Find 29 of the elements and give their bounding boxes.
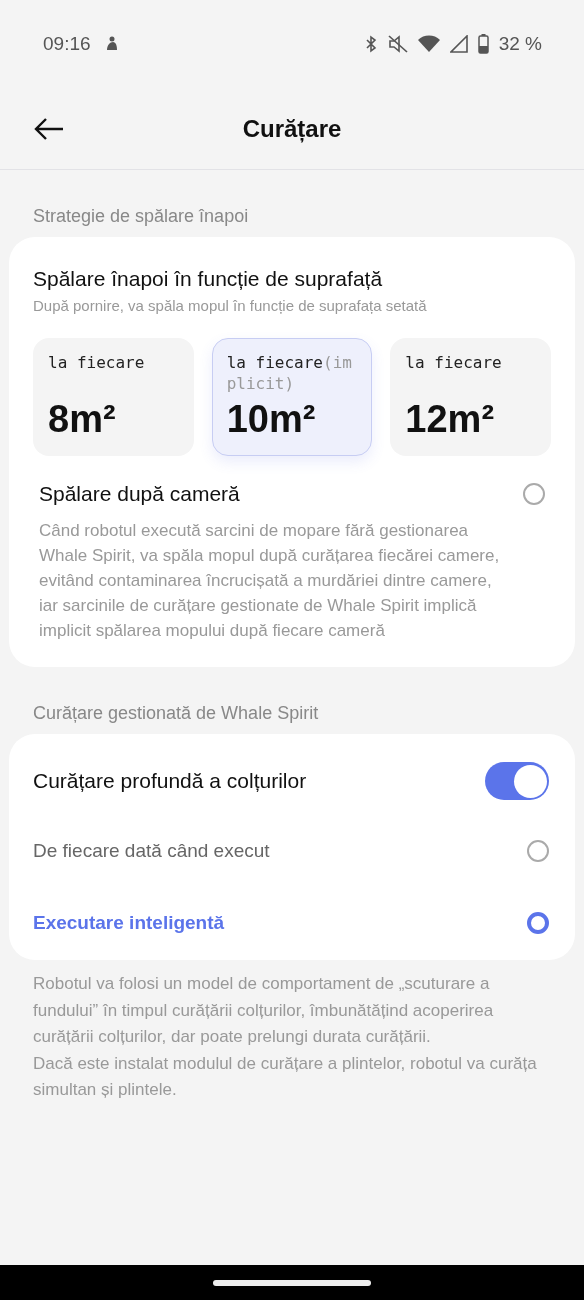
clock: 09:16 bbox=[43, 33, 91, 55]
section-label: Curățare gestionată de Whale Spirit bbox=[32, 702, 320, 725]
section-label: Strategie de spălare înapoi bbox=[32, 205, 250, 228]
choice-label[interactable]: Executare inteligentă bbox=[33, 912, 225, 934]
battery-icon bbox=[477, 34, 489, 54]
radio-button[interactable] bbox=[523, 483, 545, 505]
toggle-switch[interactable] bbox=[485, 762, 549, 800]
setting-subtitle: După pornire, va spăla mopul în funcție de suprafața setată bbox=[32, 296, 428, 314]
footer-note: Robotul va folosi un model de comportament de „scuturare a fundului” în timpul curățării colțurilor, îmbunătățind acoperirea curățării colțurilor, dar poate prelungi durata curățării. bbox=[33, 973, 495, 1048]
setting-title: Spălare înapoi în funcție de suprafață bbox=[32, 267, 384, 291]
back-button[interactable] bbox=[33, 116, 65, 141]
battery-level: 32 % bbox=[498, 33, 542, 55]
area-option[interactable]: la fiecare(implicit) 10m² bbox=[211, 338, 373, 456]
toggle-label: Curățare profundă a colțurilor bbox=[33, 769, 307, 793]
home-handle[interactable] bbox=[213, 1279, 371, 1286]
radio-button[interactable] bbox=[527, 840, 549, 862]
bluetooth-icon bbox=[363, 35, 378, 53]
area-option[interactable]: la fiecare 8m² bbox=[33, 338, 194, 456]
page-title: Curățare bbox=[242, 114, 342, 143]
signal-icon bbox=[449, 35, 468, 53]
wifi-icon bbox=[417, 35, 440, 53]
figure-icon bbox=[104, 36, 119, 52]
radio-button[interactable] bbox=[527, 912, 549, 934]
option-label: Spălare după cameră bbox=[39, 482, 240, 506]
area-option[interactable]: la fiecare 12m² bbox=[390, 338, 551, 456]
choice-label[interactable]: De fiecare dată când execut bbox=[33, 840, 270, 862]
footer-note: Dacă este instalat modulul de curățare a plintelor, robotul va curăța simultan și plintele. bbox=[33, 1052, 538, 1101]
mute-icon bbox=[387, 35, 408, 53]
option-description: Când robotul execută sarcini de mopare fără gestionarea Whale Spirit, va spăla mopul după curățarea fiecărei camere, evitând contaminarea încrucișată a murdăriei dintre camere, iar sarcinile de curățare gestionate de Whale Spirit implică implicit spălarea mopului după fiecare cameră bbox=[38, 520, 501, 642]
